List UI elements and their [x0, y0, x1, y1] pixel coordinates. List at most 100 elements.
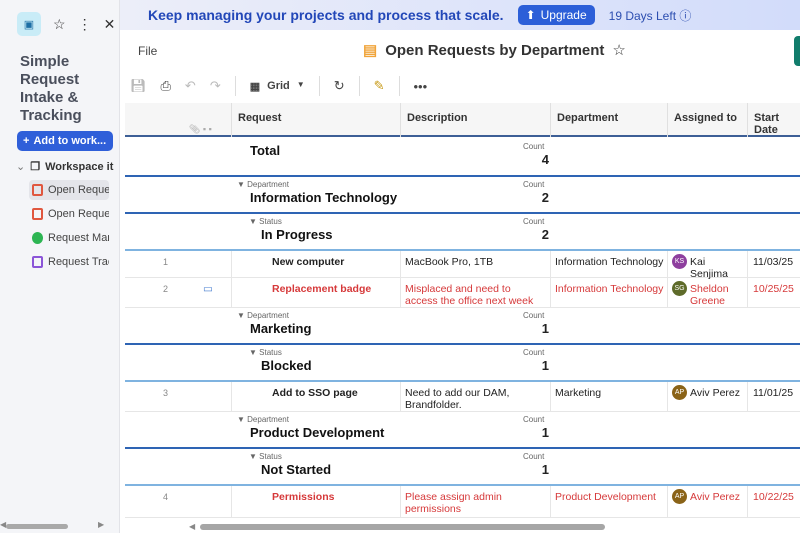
- star-icon[interactable]: ☆: [53, 16, 66, 33]
- sidebar-item-label: Open Reque: [48, 184, 109, 196]
- row-number[interactable]: 3: [163, 387, 168, 399]
- copy-icon: ❐: [30, 161, 41, 173]
- group-label: Product Development: [250, 425, 385, 440]
- sidebar-item-open-requests-2[interactable]: Open Reque: [29, 204, 109, 224]
- column-header-assigned-to[interactable]: Assigned to: [674, 112, 737, 124]
- row-number[interactable]: 2: [163, 283, 168, 295]
- assigned-to-cell[interactable]: Kai Senjima: [690, 256, 745, 280]
- scroll-left-icon[interactable]: ◀: [189, 522, 195, 531]
- assigned-to-cell[interactable]: Sheldon Greene: [690, 283, 745, 307]
- count-value: 2: [541, 190, 549, 205]
- comment-icon[interactable]: ▭: [203, 283, 213, 295]
- attachment-icon: 📎︎ ▪ ▪: [189, 124, 212, 134]
- count-value: 1: [541, 321, 549, 336]
- group-status-not-started[interactable]: ▼ Status Not Started Count 1: [125, 449, 800, 485]
- sidebar-item-request-tracking[interactable]: Request Trac: [29, 252, 109, 272]
- request-cell[interactable]: Add to SSO page: [272, 387, 358, 399]
- department-cell[interactable]: Product Development: [555, 491, 656, 503]
- workspace-folder[interactable]: ⌄ ❐ Workspace it: [16, 160, 116, 174]
- description-cell[interactable]: Need to add our DAM, Brandfolder.: [405, 387, 545, 411]
- request-cell[interactable]: Permissions: [272, 491, 334, 503]
- highlight-icon[interactable]: ✎: [374, 78, 385, 94]
- grid-icon: ▦: [249, 80, 261, 93]
- dashboard-icon: [32, 232, 43, 244]
- assigned-to-cell[interactable]: Aviv Perez: [690, 491, 745, 503]
- app-icon[interactable]: ▣: [17, 12, 41, 36]
- trial-days-left: 19 Days Left ⓘ: [609, 7, 692, 24]
- group-label: Not Started: [261, 462, 332, 477]
- divider: [398, 76, 400, 96]
- column-header-request[interactable]: Request: [238, 112, 281, 124]
- group-kind: ▼ Status: [249, 348, 282, 357]
- department-cell[interactable]: Marketing: [555, 387, 601, 399]
- chevron-down-icon: ⌄: [16, 161, 26, 173]
- department-cell[interactable]: Information Technology: [555, 256, 663, 268]
- avatar: KS: [672, 254, 687, 269]
- close-icon[interactable]: ✕: [104, 16, 116, 33]
- redo-icon[interactable]: ↷: [210, 78, 221, 94]
- view-selector[interactable]: ▦ Grid ▼: [250, 80, 305, 93]
- group-department-marketing[interactable]: ▼ Department Marketing Count 1: [125, 308, 800, 344]
- refresh-icon[interactable]: ↻: [334, 78, 345, 94]
- assigned-to-cell[interactable]: Aviv Perez: [690, 387, 745, 399]
- caret-down-icon: ▼: [296, 79, 305, 89]
- description-cell[interactable]: Misplaced and need to access the office …: [405, 283, 545, 307]
- scroll-right-icon[interactable]: ▶: [98, 520, 104, 529]
- more-vertical-icon[interactable]: ⋮: [78, 16, 92, 33]
- group-kind: ▼ Department: [237, 180, 289, 189]
- avatar: AP: [672, 489, 687, 504]
- row-number[interactable]: 4: [163, 491, 168, 503]
- count-label: Count: [523, 452, 545, 461]
- count-label: Count: [523, 348, 545, 357]
- request-cell[interactable]: Replacement badge: [272, 283, 371, 295]
- start-date-cell[interactable]: 10/25/25: [753, 283, 794, 295]
- column-header-start-date[interactable]: Start Date: [754, 112, 800, 136]
- table-row[interactable]: ▭ 2 Replacement badge Misplaced and need to…: [125, 278, 800, 308]
- sidebar-item-open-requests-1[interactable]: Open Reque: [29, 180, 109, 200]
- sidebar-item-request-management[interactable]: Request Mar: [29, 228, 109, 248]
- group-kind: ▼ Status: [249, 452, 282, 461]
- more-icon[interactable]: •••: [414, 79, 428, 94]
- start-date-cell[interactable]: 10/22/25: [753, 491, 794, 503]
- description-cell[interactable]: MacBook Pro, 1TB: [405, 256, 545, 268]
- description-cell[interactable]: Please assign admin permissions: [405, 491, 545, 515]
- sidebar: ▣ ☆ ⋮ ✕ Simple Request Intake & Tracking…: [0, 0, 120, 533]
- file-menu[interactable]: File: [138, 44, 157, 58]
- table-row[interactable]: 1 New computer MacBook Pro, 1TB Information…: [125, 251, 800, 280]
- favorite-star-icon[interactable]: ☆: [612, 41, 625, 59]
- divider: [358, 76, 360, 96]
- sheet-title: Open Requests by Department: [385, 41, 605, 59]
- start-date-cell[interactable]: 11/03/25: [753, 256, 793, 268]
- column-header-description[interactable]: Description: [407, 112, 468, 124]
- count-value: 1: [541, 358, 549, 373]
- group-status-blocked[interactable]: ▼ Status Blocked Count 1: [125, 345, 800, 381]
- sidebar-scrollbar[interactable]: [6, 524, 68, 529]
- table-row[interactable]: 4 Permissions Please assign admin permissi…: [125, 486, 800, 518]
- group-status-in-progress[interactable]: ▼ Status In Progress Count 2: [125, 214, 800, 250]
- request-cell[interactable]: New computer: [272, 256, 344, 268]
- row-number[interactable]: 1: [163, 256, 168, 268]
- table-row[interactable]: 3 Add to SSO page Need to add our DAM, Bra…: [125, 382, 800, 412]
- horizontal-scrollbar[interactable]: [200, 524, 605, 530]
- group-department-product-development[interactable]: ▼ Department Product Development Count 1: [125, 412, 800, 448]
- count-value: 1: [541, 462, 549, 477]
- group-kind: ▼ Department: [237, 415, 289, 424]
- report-icon: ▤: [363, 42, 378, 59]
- print-icon[interactable]: ⎙: [161, 78, 171, 94]
- add-to-workspace-button[interactable]: + Add to work...: [17, 131, 113, 151]
- start-date-cell[interactable]: 11/01/25: [753, 387, 793, 399]
- group-label: Blocked: [261, 358, 312, 373]
- column-header-department[interactable]: Department: [557, 112, 618, 124]
- department-cell[interactable]: Information Technology: [555, 283, 663, 295]
- count-label: Count: [523, 311, 545, 320]
- group-label: Information Technology: [250, 190, 398, 205]
- save-icon[interactable]: 💾︎: [130, 78, 147, 94]
- group-department-it[interactable]: ▼ Department Information Technology Coun…: [125, 177, 800, 213]
- share-button[interactable]: [794, 36, 800, 66]
- plus-icon: +: [23, 135, 30, 147]
- upgrade-button[interactable]: ⬆ Upgrade: [517, 5, 595, 25]
- group-label: In Progress: [261, 227, 333, 242]
- undo-icon[interactable]: ↶: [185, 78, 196, 94]
- sheet-title-bar: ▤ Open Requests by Department ☆: [363, 41, 626, 60]
- info-icon[interactable]: ⓘ: [679, 9, 691, 23]
